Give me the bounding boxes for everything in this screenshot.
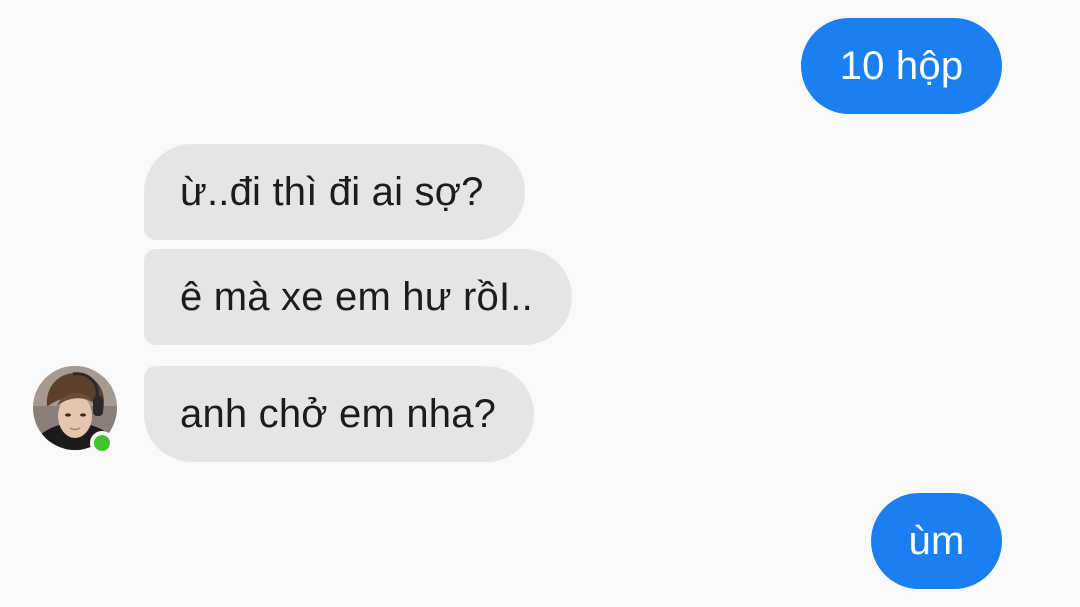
outgoing-message[interactable]: ùm: [871, 493, 1002, 589]
outgoing-message[interactable]: 10 hộp: [801, 18, 1002, 114]
message-text: 10 hộp: [839, 43, 964, 88]
message-text: ùm: [908, 518, 965, 563]
online-status-indicator: [90, 431, 114, 455]
incoming-message[interactable]: ê mà xe em hư rồI..: [144, 249, 572, 345]
message-text: anh chở em nha?: [180, 391, 497, 436]
message-text: ừ..đi thì đi ai sợ?: [180, 169, 484, 214]
incoming-message[interactable]: anh chở em nha?: [144, 366, 534, 462]
incoming-message[interactable]: ừ..đi thì đi ai sợ?: [144, 144, 525, 240]
contact-avatar[interactable]: [33, 366, 117, 455]
message-text: ê mà xe em hư rồI..: [180, 274, 533, 319]
